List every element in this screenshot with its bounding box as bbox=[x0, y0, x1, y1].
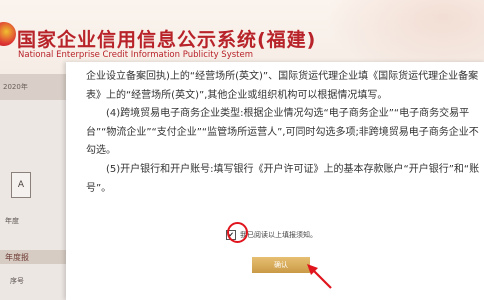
site-subtitle: National Enterprise Credit Information P… bbox=[18, 50, 253, 60]
background-date-label: 2020年 bbox=[3, 83, 28, 91]
instructions-text: 企业设立备案回执)上的“经营场所(英文)”、国际货运代理企业填《国际货运代理企业… bbox=[86, 68, 480, 198]
background-box: A bbox=[11, 172, 31, 198]
instruction-paragraph: (4)跨境贸易电子商务企业类型:根据企业情况勾选“电子商务企业”“电子商务交易平… bbox=[86, 108, 479, 157]
site-title: 国家企业信用信息公示系统(福建) bbox=[17, 29, 317, 51]
instruction-paragraph: 企业设立备案回执)上的“经营场所(英文)”、国际货运代理企业填《国际货运代理企业… bbox=[86, 71, 479, 101]
filing-instructions-modal: 企业设立备案回执)上的“经营场所(英文)”、国际货运代理企业填《国际货运代理企业… bbox=[66, 62, 484, 300]
agree-label: 我已阅读以上填报须知。 bbox=[240, 231, 317, 239]
background-annual-label: 年度 bbox=[5, 217, 19, 225]
confirm-button[interactable]: 确认 bbox=[252, 257, 310, 273]
national-emblem-icon bbox=[0, 22, 16, 46]
annotation-circle bbox=[227, 222, 248, 243]
background-section-label: 年度报 bbox=[5, 253, 29, 262]
instruction-paragraph: (5)开户银行和开户账号:填写银行《开户许可证》上的基本存款账户“开户银行”和“… bbox=[86, 163, 480, 194]
background-column-header: 序号 bbox=[10, 277, 24, 285]
